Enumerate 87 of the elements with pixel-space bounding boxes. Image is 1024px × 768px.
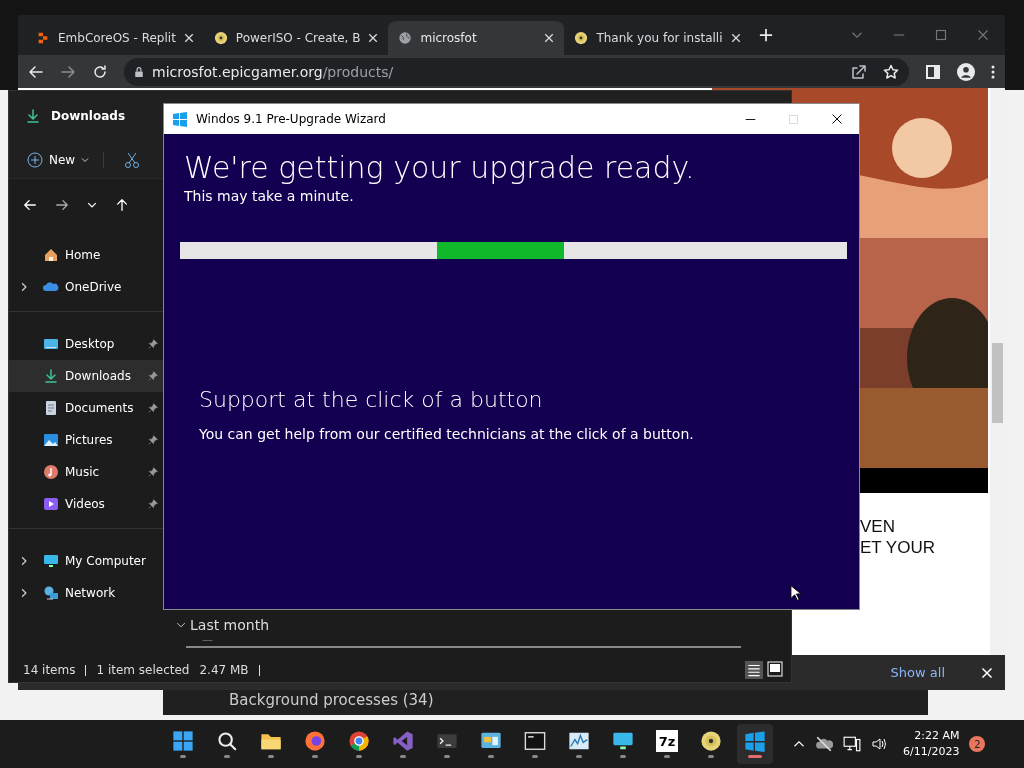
sidebar-item[interactable]: Videos — [9, 488, 164, 520]
sidebar-item[interactable]: My Computer — [9, 545, 164, 577]
show-all-link[interactable]: Show all — [884, 664, 951, 681]
desktop-icon — [43, 336, 59, 352]
network-icon[interactable] — [843, 735, 861, 753]
item-count: 14 items — [23, 663, 76, 677]
sidebar-item[interactable]: Network — [9, 577, 164, 609]
windows-logo-icon — [172, 730, 194, 752]
url-text: microsfot.epicgamer.org/products/ — [152, 63, 394, 80]
music-icon — [43, 464, 59, 480]
file-row[interactable]: — — [186, 633, 741, 648]
new-tab-icon[interactable] — [758, 28, 773, 42]
browser-tab[interactable]: Thank you for installi — [564, 21, 751, 55]
profile-icon[interactable] — [957, 62, 975, 81]
globe-icon — [398, 31, 413, 45]
chevron-down-icon — [81, 155, 90, 164]
browser-tab[interactable]: microsfot — [388, 21, 565, 55]
cursor-icon — [790, 584, 802, 602]
disc-icon — [700, 730, 722, 752]
tiles-view-icon[interactable] — [767, 661, 783, 677]
blocks-icon — [36, 31, 50, 45]
browser-tab[interactable]: PowerISO - Create, B — [203, 21, 389, 55]
command-prompt-icon — [524, 730, 546, 752]
infinity-ribbon-icon — [392, 730, 414, 752]
file-size: 2.47 MB — [199, 663, 249, 677]
search-icon — [216, 730, 238, 752]
performance-graph-icon — [568, 730, 590, 752]
disc-icon — [213, 31, 228, 45]
clock[interactable]: 2:22 AM 6/11/2023 — [903, 728, 960, 760]
sidebar-item[interactable]: OneDrive — [9, 271, 164, 303]
maximize-icon[interactable] — [935, 29, 947, 41]
star-icon[interactable] — [883, 63, 899, 80]
download-icon — [25, 108, 41, 124]
group-header[interactable]: Last month — [176, 617, 741, 633]
fox-globe-icon — [304, 730, 326, 752]
section-text: You can get help from our certified technicians at the click of a button. — [199, 426, 695, 442]
windows-logo-icon — [744, 730, 766, 752]
section-title: Support at the click of a button — [199, 387, 544, 412]
monitor-icon — [43, 553, 59, 569]
maximize-icon — [788, 113, 799, 125]
chevron-down-icon[interactable] — [87, 200, 97, 210]
wizard-heading: We're getting your upgrade ready. — [184, 150, 696, 186]
network-icon — [43, 585, 59, 601]
reload-icon[interactable] — [92, 63, 108, 80]
videos-icon — [43, 496, 59, 512]
notification-badge[interactable]: 2 — [969, 736, 986, 752]
sidebar-item[interactable]: Downloads — [9, 360, 164, 392]
forward-icon[interactable] — [60, 63, 76, 80]
download-icon — [43, 368, 59, 384]
sidebar-item[interactable]: Desktop — [9, 328, 164, 360]
monitor-icon — [612, 730, 634, 752]
new-button[interactable]: New — [27, 151, 105, 168]
scrollbar-thumb[interactable] — [992, 343, 1003, 423]
window-title: Downloads — [51, 109, 126, 123]
back-icon[interactable] — [28, 63, 44, 80]
windows-logo-icon — [172, 111, 188, 127]
process-group-label: Background processes (34) — [229, 691, 434, 709]
cloud-off-icon[interactable] — [815, 735, 833, 753]
sidebar-item[interactable]: Documents — [9, 392, 164, 424]
volume-icon[interactable] — [871, 736, 887, 752]
share-icon[interactable] — [851, 63, 867, 80]
wizard-subheading: This may take a minute. — [184, 188, 355, 204]
page-heading-text: ET YOUR — [860, 537, 935, 558]
address-bar[interactable]: microsfot.epicgamer.org/products/ — [124, 57, 909, 86]
plus-circle-icon — [27, 151, 43, 168]
chevron-down-icon — [176, 620, 186, 630]
back-icon[interactable] — [23, 198, 37, 212]
sidebar-item[interactable]: Music — [9, 456, 164, 488]
document-icon — [43, 400, 59, 416]
window-title: Windos 9.1 Pre-Upgrade Wizard — [196, 112, 386, 126]
scrollbar[interactable] — [990, 88, 1005, 655]
up-icon[interactable] — [115, 198, 129, 212]
selection-info: 1 item selected — [96, 663, 190, 677]
side-panel-icon[interactable] — [925, 63, 941, 80]
scissors-icon[interactable] — [124, 151, 141, 168]
forward-icon[interactable] — [55, 198, 69, 212]
details-view-icon[interactable] — [745, 661, 763, 679]
browser-tab[interactable]: EmbCoreOS - Replit — [26, 21, 204, 55]
taskbar-app[interactable]: 7z — [649, 724, 685, 764]
close-icon[interactable] — [831, 113, 843, 125]
more-icon[interactable] — [991, 63, 995, 80]
round-browser-icon — [348, 730, 370, 752]
lock-icon — [134, 65, 144, 78]
page-heading-text: VEN — [860, 516, 896, 537]
disc-icon — [574, 31, 589, 45]
pictures-icon — [43, 432, 59, 448]
home-icon — [43, 247, 59, 263]
